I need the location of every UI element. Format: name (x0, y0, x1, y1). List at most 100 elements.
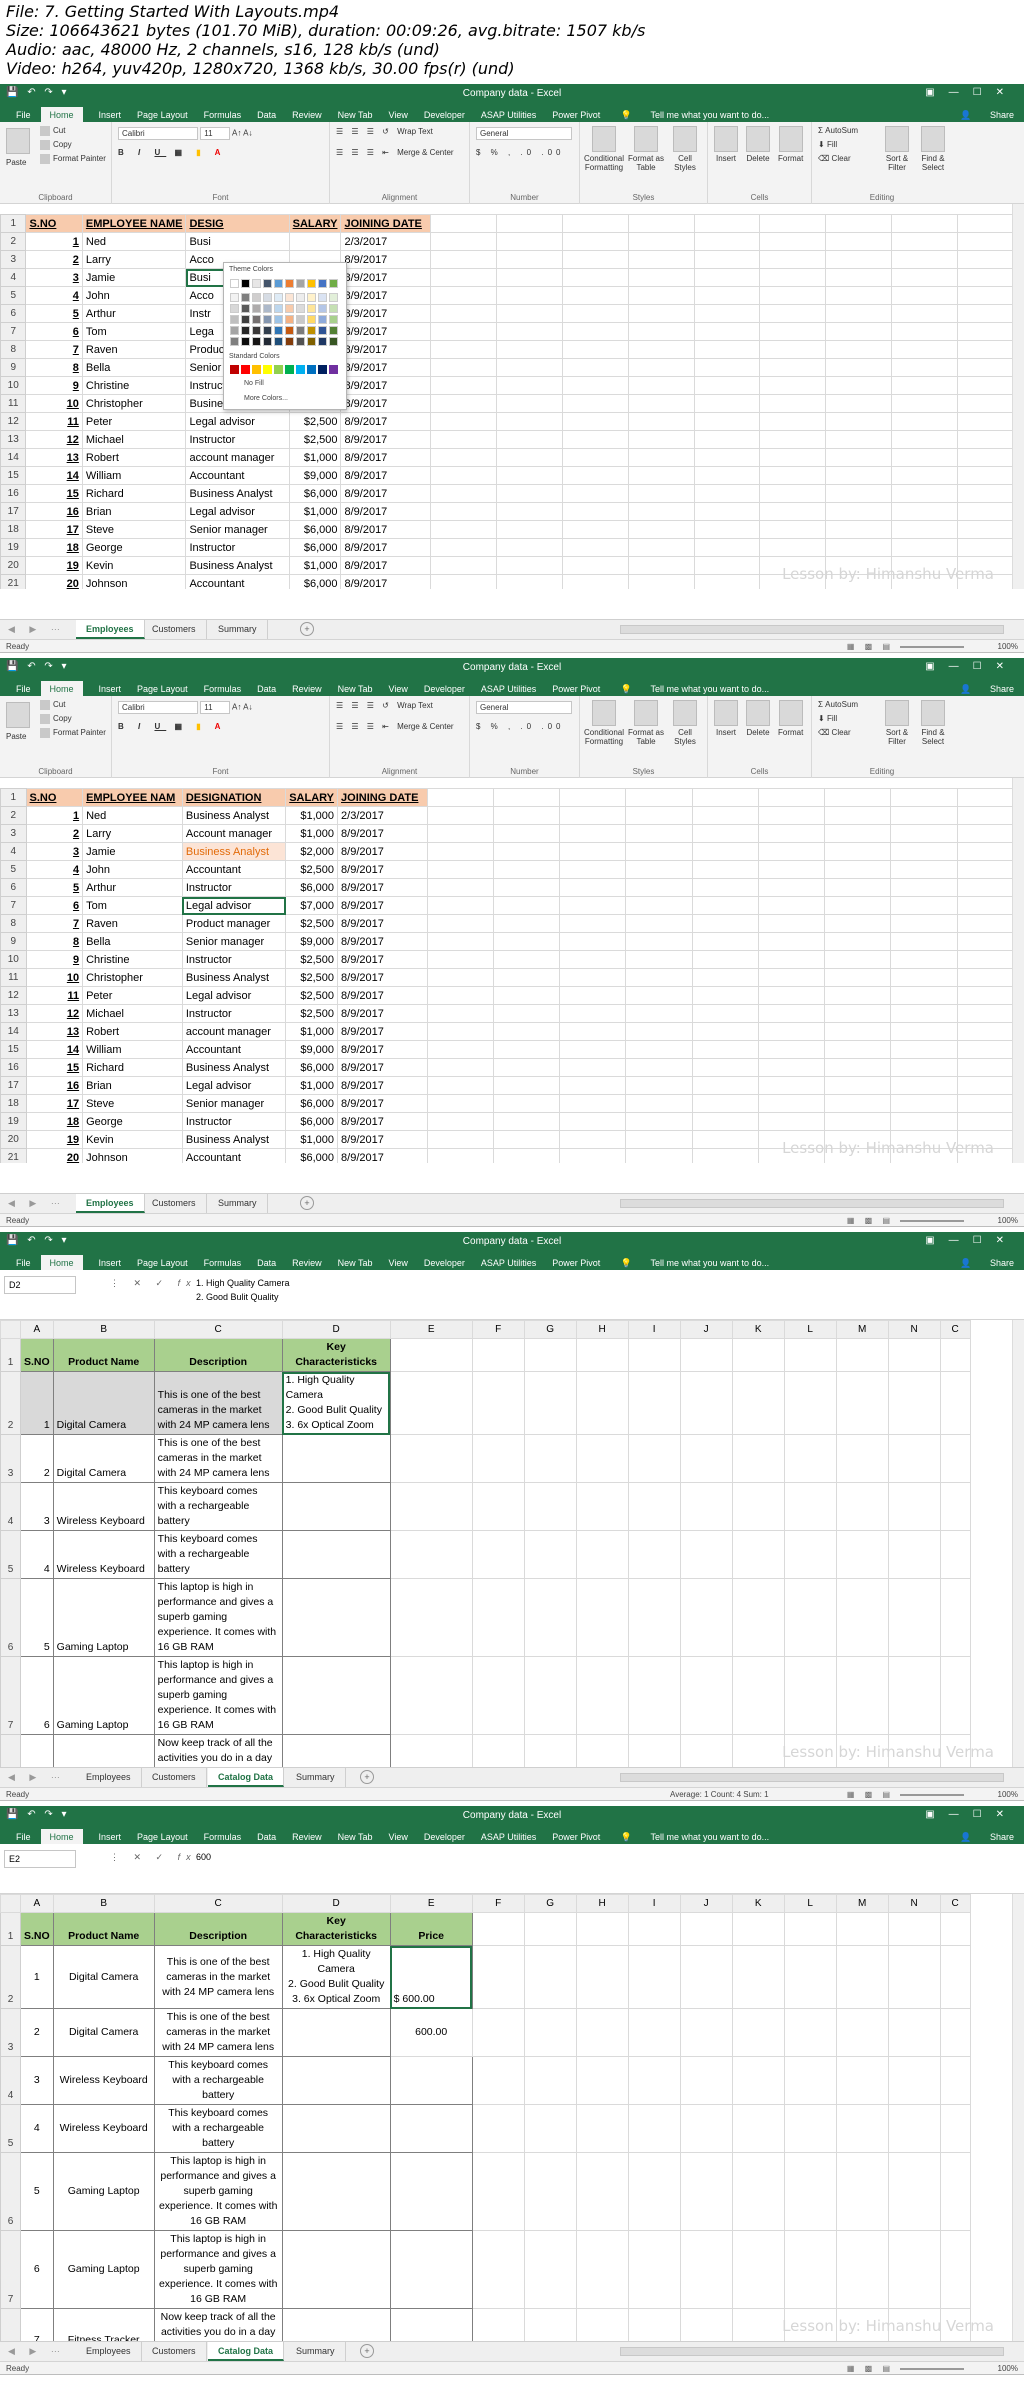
cell[interactable]: Christine (82, 950, 183, 969)
merge-center-button[interactable]: Merge & Center (397, 148, 453, 157)
cell[interactable]: Larry (81, 250, 187, 269)
row-header[interactable]: 14 (0, 1022, 27, 1041)
row-header[interactable]: 8 (0, 2308, 21, 2341)
row-header[interactable]: 4 (0, 268, 27, 287)
column-header[interactable]: N (887, 1894, 941, 1913)
row-header[interactable]: 4 (0, 2056, 21, 2105)
font-name-select[interactable]: Calibri (118, 127, 198, 140)
cell[interactable]: Steve (81, 520, 187, 539)
color-swatch[interactable] (230, 293, 239, 302)
cell[interactable]: account manager (181, 1022, 287, 1041)
color-swatch[interactable] (285, 304, 294, 313)
cell[interactable]: This keyboard comes with a rechargeable … (153, 2056, 283, 2105)
autosum-button[interactable]: Σ AutoSum (818, 126, 858, 135)
row-header[interactable]: 10 (0, 376, 27, 395)
cell[interactable]: 7 (25, 340, 83, 359)
cell[interactable]: Gaming Laptop (52, 2230, 155, 2309)
cell[interactable]: Jamie (82, 842, 183, 861)
row-header[interactable]: 5 (0, 860, 27, 879)
cell[interactable]: 3 (25, 842, 84, 861)
cell[interactable]: 2 (20, 2008, 54, 2057)
cell[interactable]: Richard (82, 1058, 183, 1077)
cell[interactable]: 20 (25, 574, 83, 589)
header-cell[interactable]: EMPLOYEE NAM (82, 788, 183, 807)
color-swatch[interactable] (274, 326, 283, 335)
column-header[interactable]: M (835, 1320, 889, 1339)
cell[interactable]: 15 (25, 484, 83, 503)
worksheet-grid[interactable]: A B C D E F G H I J K L M N C 1 S.NO Product Name Descript… (0, 1320, 971, 1767)
merge-center-button[interactable]: Merge & Center (397, 722, 453, 731)
row-header[interactable]: 1 (0, 1912, 21, 1946)
header-cell[interactable]: JOINING DATE (337, 788, 428, 807)
cell[interactable]: Wireless Keyboard (52, 2056, 155, 2105)
cell[interactable]: Account manager (181, 824, 287, 843)
sheet-tab[interactable]: Catalog Data (208, 1768, 285, 1787)
cell[interactable]: $6,000 (288, 538, 342, 557)
color-swatch[interactable] (252, 279, 261, 288)
color-swatch[interactable] (318, 293, 327, 302)
cell[interactable]: 8/9/2017 (340, 376, 432, 395)
cell[interactable]: Business Analyst (181, 1130, 287, 1149)
tell-me-box[interactable]: 💡 Tell me what you want to do... (621, 1252, 769, 1270)
cell[interactable]: Product manager (181, 914, 287, 933)
cell[interactable]: Fitness Tracker (52, 1734, 155, 1767)
sheet-nav-arrows[interactable]: ◀ ▶ ⋯ (8, 1198, 66, 1209)
cell[interactable]: 8/9/2017 (337, 914, 428, 933)
paste-button[interactable]: Paste (6, 732, 26, 741)
sheet-nav-arrows[interactable]: ◀ ▶ ⋯ (8, 624, 66, 635)
copy-button[interactable]: Copy (40, 714, 72, 724)
view-buttons[interactable]: ▦ ▩ ▤ (847, 1216, 894, 1225)
column-header[interactable]: B (52, 1894, 155, 1913)
cell[interactable]: Brian (81, 502, 187, 521)
tell-me-box[interactable]: 💡 Tell me what you want to do... (621, 104, 769, 122)
format-as-table-button[interactable]: Format as Table (628, 126, 664, 172)
cell[interactable]: This is one of the best cameras in the m… (153, 1371, 283, 1435)
color-swatch[interactable] (329, 279, 338, 288)
color-swatch[interactable] (285, 315, 294, 324)
color-swatch[interactable] (241, 304, 250, 313)
color-swatch[interactable] (296, 315, 305, 324)
cell[interactable]: $1,000 (288, 448, 342, 467)
color-swatch[interactable] (329, 315, 338, 324)
number-format-buttons[interactable]: $ % , .0 .00 (476, 722, 564, 731)
row-header[interactable]: 16 (0, 484, 27, 503)
color-swatch[interactable] (285, 337, 294, 346)
sheet-tab[interactable]: Employees (76, 2342, 142, 2361)
row-header[interactable]: 5 (0, 1530, 21, 1579)
sheet-tab[interactable]: Customers (142, 620, 207, 639)
cell[interactable]: Fitness Tracker (52, 2308, 155, 2341)
cell[interactable]: This keyboard comes with a rechargeable … (153, 1530, 283, 1579)
color-swatch[interactable] (274, 337, 283, 346)
color-swatch[interactable] (329, 326, 338, 335)
cell[interactable]: 8/9/2017 (340, 448, 432, 467)
color-swatch[interactable] (274, 293, 283, 302)
header-cell[interactable]: Price (389, 1912, 473, 1946)
color-swatch[interactable] (263, 315, 272, 324)
sheet-tab[interactable]: Catalog Data (208, 2342, 285, 2361)
cell[interactable] (281, 2152, 391, 2231)
formula-buttons[interactable]: ⋮ ✕ ✓ fx (110, 1278, 197, 1289)
cell[interactable] (389, 2230, 473, 2309)
color-swatch[interactable] (307, 315, 316, 324)
number-format-buttons[interactable]: $ % , .0 .00 (476, 148, 564, 157)
color-swatch[interactable] (329, 304, 338, 313)
cell[interactable]: Christine (81, 376, 187, 395)
column-header[interactable]: I (627, 1894, 681, 1913)
share-button[interactable]: 👤 Share (960, 104, 1014, 122)
cell[interactable]: 8/9/2017 (337, 1040, 428, 1059)
cell[interactable]: 8/9/2017 (340, 268, 432, 287)
column-header[interactable]: F (471, 1320, 525, 1339)
cell[interactable]: Wireless Keyboard (52, 1482, 155, 1531)
select-all-corner[interactable] (0, 1894, 21, 1913)
cell[interactable]: $1,000 (288, 502, 342, 521)
cell[interactable]: 1. High Quality Camera 2. Good Bulit Qua… (281, 1945, 391, 2009)
cell[interactable]: Johnson (81, 574, 187, 589)
cell[interactable]: This is one of the best cameras in the m… (153, 2008, 283, 2057)
font-format-buttons[interactable]: B I U ▦ ▮ A (118, 722, 226, 731)
align-top-buttons[interactable]: ☰ ☰ ☰ ↺ Wrap Text (336, 701, 433, 710)
cell[interactable]: 4 (25, 286, 83, 305)
cell[interactable]: 2 (20, 1434, 54, 1483)
sheet-tab[interactable]: Customers (142, 2342, 207, 2361)
cell[interactable]: 3 (20, 1482, 54, 1531)
zoom-slider[interactable] (900, 2368, 964, 2370)
